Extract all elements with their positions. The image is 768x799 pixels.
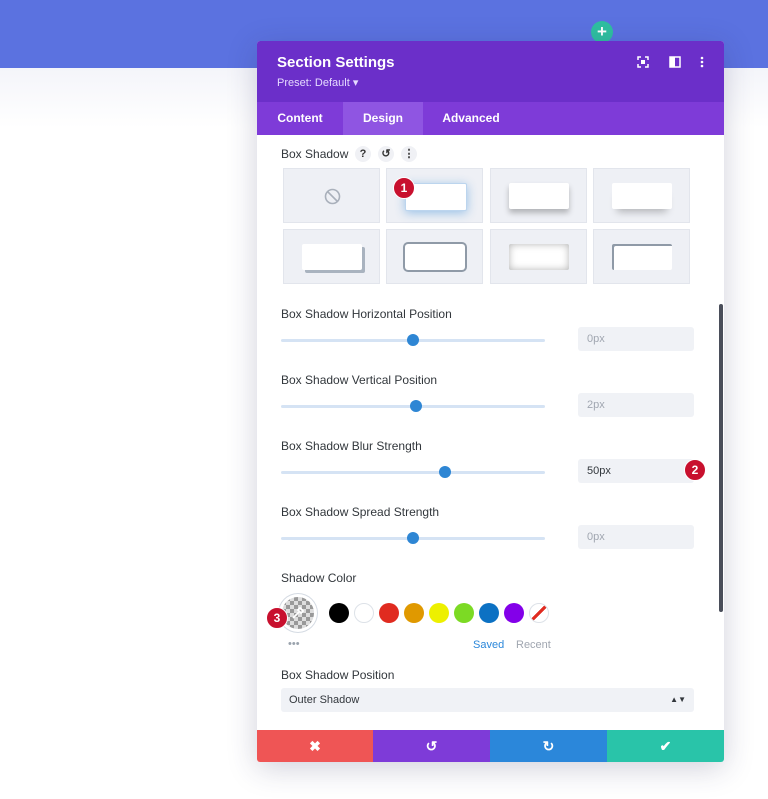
scrollbar[interactable] xyxy=(719,304,723,612)
more-vertical-icon[interactable] xyxy=(693,55,711,73)
settings-body: Box Shadow ? ↺ ⋮ Box Shadow Horizontal P… xyxy=(257,135,724,730)
saved-colors-tab[interactable]: Saved xyxy=(473,639,504,651)
preset-selector[interactable]: Preset: Default ▾ xyxy=(277,76,358,89)
spread-strength-input[interactable]: 0px xyxy=(578,525,694,549)
blur-strength-label: Box Shadow Blur Strength xyxy=(281,439,422,453)
color-swatch[interactable] xyxy=(429,603,449,623)
horizontal-position-input[interactable]: 0px xyxy=(578,327,694,351)
help-icon[interactable]: ? xyxy=(355,146,371,162)
annotation-badge-3: 3 xyxy=(266,607,288,629)
preset-2[interactable] xyxy=(490,168,587,223)
add-section-button[interactable]: + xyxy=(591,21,613,43)
shadow-color-label: Shadow Color xyxy=(281,571,357,585)
more-swatches-icon[interactable]: ••• xyxy=(288,638,300,650)
shadow-position-label: Box Shadow Position xyxy=(281,668,395,682)
undo-button[interactable]: ↺ xyxy=(373,730,490,762)
color-swatch[interactable] xyxy=(454,603,474,623)
slider-handle[interactable] xyxy=(407,334,419,346)
color-swatch[interactable] xyxy=(354,603,374,623)
color-swatch[interactable] xyxy=(504,603,524,623)
recent-colors-tab[interactable]: Recent xyxy=(516,639,551,651)
tab-design[interactable]: Design xyxy=(343,102,423,135)
modal-title: Section Settings xyxy=(277,54,395,71)
tab-advanced[interactable]: Advanced xyxy=(423,102,519,135)
preset-preview xyxy=(302,244,362,270)
tab-content[interactable]: Content xyxy=(257,102,343,135)
sidebar-icon[interactable] xyxy=(666,55,684,73)
preset-preview xyxy=(405,244,465,270)
slider-handle[interactable] xyxy=(407,532,419,544)
color-swatch[interactable] xyxy=(404,603,424,623)
preset-7[interactable] xyxy=(593,229,690,284)
box-shadow-presets xyxy=(283,168,693,286)
vertical-position-label: Box Shadow Vertical Position xyxy=(281,373,438,387)
vertical-position-slider[interactable] xyxy=(281,400,545,412)
preset-3[interactable] xyxy=(593,168,690,223)
preset-5[interactable] xyxy=(386,229,483,284)
expand-icon[interactable] xyxy=(634,55,652,73)
more-options-icon[interactable]: ⋮ xyxy=(401,146,417,162)
reset-icon[interactable]: ↺ xyxy=(378,146,394,162)
horizontal-position-slider[interactable] xyxy=(281,334,545,346)
modal-footer: ✖ ↺ ↻ ✔ xyxy=(257,730,724,762)
annotation-badge-1: 1 xyxy=(393,177,415,199)
slider-handle[interactable] xyxy=(409,400,422,412)
save-button[interactable]: ✔ xyxy=(607,730,724,762)
preset-preview xyxy=(612,244,672,270)
eyedropper-icon xyxy=(292,606,305,619)
slider-handle[interactable] xyxy=(438,466,451,478)
cancel-button[interactable]: ✖ xyxy=(257,730,373,762)
modal-header: Section Settings Preset: Default ▾ xyxy=(257,41,724,102)
clear-color-swatch[interactable] xyxy=(529,603,549,623)
redo-button[interactable]: ↻ xyxy=(490,730,607,762)
shadow-position-value: Outer Shadow xyxy=(289,694,360,706)
preset-preview xyxy=(509,244,569,270)
section-settings-modal: Section Settings Preset: Default ▾ Conte… xyxy=(257,41,724,762)
annotation-badge-2: 2 xyxy=(684,459,706,481)
box-shadow-label: Box Shadow xyxy=(281,147,349,161)
spread-strength-slider[interactable] xyxy=(281,532,545,544)
preset-4[interactable] xyxy=(283,229,380,284)
preset-preview xyxy=(612,183,672,209)
spread-strength-label: Box Shadow Spread Strength xyxy=(281,505,440,519)
horizontal-position-label: Box Shadow Horizontal Position xyxy=(281,307,452,321)
preset-preview xyxy=(509,183,569,209)
vertical-position-input[interactable]: 2px xyxy=(578,393,694,417)
select-arrows-icon: ▲▼ xyxy=(670,695,686,704)
preset-6[interactable] xyxy=(490,229,587,284)
color-swatch[interactable] xyxy=(479,603,499,623)
settings-tabs: Content Design Advanced xyxy=(257,102,724,135)
no-shadow-icon xyxy=(324,188,341,205)
preset-none[interactable] xyxy=(283,168,380,223)
color-swatch[interactable] xyxy=(379,603,399,623)
color-swatch[interactable] xyxy=(329,603,349,623)
shadow-position-select[interactable]: Outer Shadow ▲▼ xyxy=(281,688,694,712)
blur-strength-slider[interactable] xyxy=(281,466,545,478)
blur-strength-input[interactable]: 50px xyxy=(578,459,694,483)
